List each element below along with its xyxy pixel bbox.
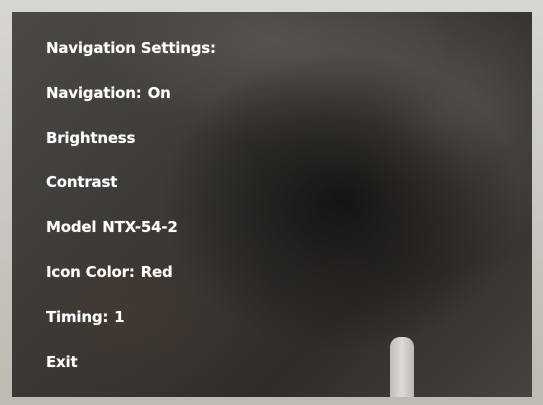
menu-item-model[interactable]: Model NTX-54-2 xyxy=(46,217,216,262)
menu-item-label: Navigation: xyxy=(46,83,142,102)
icon-color-value: Red xyxy=(140,262,173,281)
settings-menu: Navigation Settings: Navigation: On Brigh… xyxy=(46,38,216,396)
menu-item-label: Brightness xyxy=(46,128,136,147)
menu-item-brightness[interactable]: Brightness xyxy=(46,128,216,173)
menu-item-label: Exit xyxy=(46,352,78,371)
menu-item-label: Icon Color: xyxy=(46,262,135,281)
menu-item-icon-color[interactable]: Icon Color: Red xyxy=(46,262,216,307)
menu-item-contrast[interactable]: Contrast xyxy=(46,172,216,217)
display-screen: Navigation Settings: Navigation: On Brigh… xyxy=(12,12,532,397)
menu-item-label: Contrast xyxy=(46,173,118,192)
menu-item-label: Model xyxy=(46,218,97,237)
menu-item-timing[interactable]: Timing: 1 xyxy=(46,307,216,352)
menu-item-exit[interactable]: Exit xyxy=(46,352,216,397)
menu-title: Navigation Settings: xyxy=(46,39,216,57)
navigation-value: On xyxy=(147,83,171,102)
timing-value: 1 xyxy=(114,307,125,326)
menu-item-label: Timing: xyxy=(46,307,109,326)
model-value: NTX-54-2 xyxy=(102,218,178,237)
menu-item-navigation[interactable]: Navigation: On xyxy=(46,83,216,128)
glare-reflection xyxy=(390,337,414,397)
